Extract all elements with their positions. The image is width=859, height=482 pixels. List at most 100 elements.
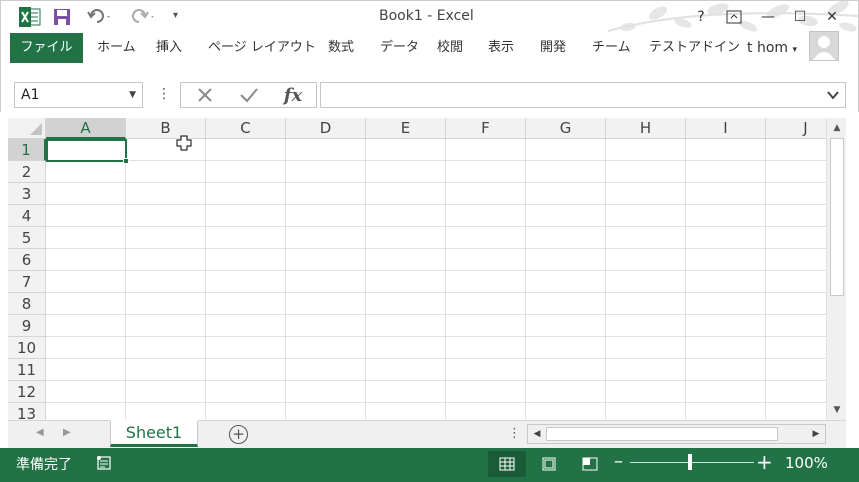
tab-developer[interactable]: 開発	[540, 33, 566, 63]
name-box-dropdown-icon[interactable]: ▼	[129, 83, 136, 107]
row-header[interactable]: 13	[8, 403, 46, 420]
column-header[interactable]: G	[526, 118, 606, 139]
column-header[interactable]: C	[206, 118, 286, 139]
page-layout-view-button[interactable]	[530, 451, 568, 477]
help-button[interactable]: ?	[690, 6, 712, 28]
enter-icon[interactable]	[235, 84, 263, 106]
tab-team[interactable]: チーム	[592, 33, 631, 63]
vertical-scroll-thumb[interactable]	[830, 138, 844, 296]
select-all-icon	[30, 123, 42, 135]
new-sheet-icon[interactable]: +	[229, 425, 248, 444]
status-bar: 準備完了 – + 100%	[0, 448, 859, 482]
horizontal-scrollbar[interactable]: ◀ ▶	[527, 424, 826, 444]
scroll-up-icon[interactable]: ▲	[829, 120, 845, 136]
zoom-slider[interactable]	[630, 462, 754, 463]
name-box[interactable]: A1 ▼	[14, 82, 143, 108]
row-header[interactable]: 4	[8, 205, 46, 227]
column-header[interactable]: J	[766, 118, 826, 139]
column-header[interactable]: F	[446, 118, 526, 139]
sheet-nav-prev-icon[interactable]: ◀	[36, 427, 44, 438]
cancel-icon[interactable]	[191, 84, 219, 106]
column-header[interactable]: H	[606, 118, 686, 139]
insert-function-icon[interactable]: fx	[279, 84, 307, 106]
sheet-nav-next-icon[interactable]: ▶	[63, 427, 71, 438]
row-header[interactable]: 6	[8, 249, 46, 271]
active-cell[interactable]	[46, 139, 129, 164]
user-name: t hom	[747, 40, 789, 56]
tab-data[interactable]: データ	[380, 33, 419, 63]
excel-logo-icon[interactable]	[19, 7, 41, 27]
column-header[interactable]: I	[686, 118, 766, 139]
formula-buttons: fx	[180, 82, 317, 108]
user-account[interactable]: t hom ▾	[747, 33, 797, 63]
expand-formula-bar-icon[interactable]	[825, 87, 841, 103]
formula-bar: A1 ▼ ⋮ fx	[0, 78, 859, 112]
scroll-right-icon[interactable]: ▶	[809, 427, 823, 441]
redo-icon[interactable]	[131, 8, 157, 26]
zoom-slider-thumb[interactable]	[688, 454, 692, 470]
row-header[interactable]: 2	[8, 161, 46, 183]
window-title: Book1 - Excel	[379, 8, 474, 24]
row-header[interactable]: 11	[8, 359, 46, 381]
title-bar: ▾ Book1 - Excel ? — ☐ ✕	[0, 0, 859, 33]
scroll-left-icon[interactable]: ◀	[530, 427, 544, 441]
column-header[interactable]: B	[126, 118, 206, 139]
ribbon-body	[0, 63, 859, 78]
row-header[interactable]: 9	[8, 315, 46, 337]
save-icon[interactable]	[53, 8, 71, 26]
tab-test-addin[interactable]: テストアドイン	[649, 33, 740, 63]
name-box-value: A1	[21, 87, 40, 103]
formula-input[interactable]	[320, 82, 846, 108]
avatar[interactable]	[809, 31, 839, 61]
ribbon-display-icon	[726, 10, 742, 24]
select-all-button[interactable]	[8, 118, 46, 139]
zoom-out-button[interactable]: –	[614, 451, 623, 472]
macro-recording-icon[interactable]	[96, 455, 112, 471]
user-avatar-icon	[813, 36, 835, 60]
row-header[interactable]: 10	[8, 337, 46, 359]
row-header[interactable]: 7	[8, 271, 46, 293]
sheet-tab[interactable]: Sheet1	[110, 420, 198, 447]
normal-view-button[interactable]	[488, 451, 526, 477]
tab-home[interactable]: ホーム	[97, 33, 136, 63]
vertical-scrollbar[interactable]: ▲ ▼	[826, 118, 846, 420]
tab-view[interactable]: 表示	[488, 33, 514, 63]
customize-quick-access-icon[interactable]: ▾	[173, 10, 178, 21]
row-header[interactable]: 1	[8, 139, 46, 161]
ribbon-tabs: ファイル ホーム 挿入 ページ レイアウト 数式 データ 校閲 表示 開発 チー…	[0, 33, 859, 63]
tab-file[interactable]: ファイル	[10, 33, 83, 63]
column-header[interactable]: D	[286, 118, 366, 139]
worksheet-grid: A B C D E F G H I J 1 2 3 4 5 6 7 8 9 10…	[8, 118, 826, 420]
fill-handle[interactable]	[123, 158, 129, 164]
column-header[interactable]: E	[366, 118, 446, 139]
page-layout-view-icon	[542, 457, 556, 471]
sheet-tab-bar: ◀ ▶ Sheet1 + ⋮ ◀ ▶	[8, 420, 846, 448]
row-header[interactable]: 12	[8, 381, 46, 403]
status-ready: 準備完了	[16, 457, 72, 473]
formula-bar-resize-handle[interactable]: ⋮	[157, 86, 171, 102]
zoom-in-button[interactable]: +	[756, 450, 773, 474]
page-break-view-icon	[582, 457, 598, 471]
tab-insert[interactable]: 挿入	[156, 33, 182, 63]
horizontal-scroll-thumb[interactable]	[546, 427, 778, 441]
tab-formulas[interactable]: 数式	[328, 33, 354, 63]
tab-review[interactable]: 校閲	[437, 33, 463, 63]
chevron-down-icon: ▾	[792, 45, 797, 55]
scroll-down-icon[interactable]: ▼	[829, 402, 845, 418]
tab-page-layout[interactable]: ページ レイアウト	[208, 33, 316, 63]
page-break-view-button[interactable]	[571, 451, 609, 477]
tab-split-handle[interactable]: ⋮	[508, 426, 521, 441]
row-header[interactable]: 3	[8, 183, 46, 205]
cell-select-cursor-icon	[176, 135, 192, 151]
cell-area[interactable]	[46, 139, 826, 420]
ribbon-display-options-button[interactable]	[723, 6, 745, 28]
minimize-button[interactable]: —	[757, 6, 779, 28]
row-header[interactable]: 8	[8, 293, 46, 315]
undo-icon[interactable]	[87, 8, 113, 26]
column-header[interactable]: A	[46, 118, 126, 139]
row-header[interactable]: 5	[8, 227, 46, 249]
zoom-level[interactable]: 100%	[785, 454, 828, 472]
close-button[interactable]: ✕	[821, 6, 843, 28]
normal-view-icon	[499, 457, 515, 471]
maximize-button[interactable]: ☐	[789, 6, 811, 28]
